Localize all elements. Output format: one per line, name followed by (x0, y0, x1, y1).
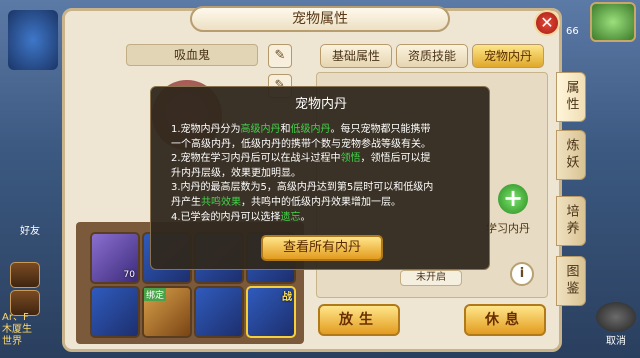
cancel-label: 取消 (606, 336, 626, 347)
popup-title: 宠物内丹 (294, 97, 347, 112)
cancel-icon[interactable] (596, 302, 636, 332)
pet-name-field: 吸血鬼 (126, 44, 258, 66)
popup-line: 一个高级内丹，低级内丹的携带个数与宠物参战等级有关。 (171, 138, 431, 150)
tab-inner-dan[interactable]: 宠物内丹 (472, 44, 544, 68)
pet-slot[interactable]: 绑定 (142, 286, 192, 338)
chat-line: Ar、F (2, 312, 29, 323)
tab-aptitude-skills[interactable]: 资质技能 (396, 44, 468, 68)
popup-description: 1.宠物内丹分为高级内丹和低级内丹。每只宠物都只能携带 一个高级内丹，低级内丹的… (171, 123, 477, 225)
inner-dan-info-popup: 宠物内丹 1.宠物内丹分为高级内丹和低级内丹。每只宠物都只能携带 一个高级内丹，… (150, 86, 490, 270)
release-button[interactable]: 放生 (318, 304, 400, 336)
friends-label[interactable]: 好友 (10, 222, 50, 237)
pet-slot-selected[interactable]: 战 (246, 286, 296, 338)
chat-icon[interactable] (10, 262, 40, 288)
player-avatar[interactable] (8, 10, 58, 70)
rename-button[interactable]: ✎ (268, 44, 292, 68)
side-tab-train[interactable]: 培养 (556, 196, 586, 246)
tab-basic-attributes[interactable]: 基础属性 (320, 44, 392, 68)
pet-slot[interactable]: 70 (90, 232, 140, 284)
locked-slot-label: 未开启 (400, 270, 462, 286)
popup-line: 丹产生共鸣效果，共鸣中的低级内丹效果增加一层。 (171, 196, 401, 208)
chat-preview[interactable]: Ar、F 木厦生 世界 (2, 312, 48, 356)
window-title: 宠物属性 (190, 6, 450, 32)
info-icon[interactable]: i (510, 262, 534, 286)
close-button[interactable]: ✕ (534, 10, 560, 36)
side-tab-codex[interactable]: 图鉴 (556, 256, 586, 306)
popup-line: 2.宠物在学习内丹后可以在战斗过程中领悟，领悟后可以提 (171, 153, 431, 165)
popup-line: 3.内丹的最高层数为5，高级内丹达到第5层时可以和低级内 (171, 182, 434, 194)
popup-line: 1.宠物内丹分为高级内丹和低级内丹。每只宠物都只能携带 (171, 124, 431, 135)
popup-line: 升内丹层级，效果更加明显。 (171, 167, 301, 179)
chat-line: 世界 (2, 336, 22, 347)
side-tab-attributes[interactable]: 属性 (556, 72, 586, 122)
learn-inner-dan-label[interactable]: 学习内丹 (486, 220, 536, 236)
pet-avatar-icon[interactable] (590, 2, 636, 42)
level-indicator: 66 (566, 26, 579, 37)
right-hud[interactable]: 取消 (596, 302, 636, 352)
pet-level: 70 (123, 270, 135, 280)
view-all-inner-dan-button[interactable]: 查看所有内丹 (261, 235, 383, 261)
chat-line: 木厦生 (2, 324, 32, 335)
add-icon[interactable]: + (498, 184, 528, 214)
popup-line: 4.已学会的内丹可以选择遗忘。 (171, 211, 311, 223)
pet-slot[interactable] (90, 286, 140, 338)
pet-slot[interactable] (194, 286, 244, 338)
bound-badge: 绑定 (144, 288, 167, 301)
battle-badge: 战 (282, 292, 292, 303)
side-tab-refine[interactable]: 炼妖 (556, 130, 586, 180)
rest-button[interactable]: 休息 (464, 304, 546, 336)
